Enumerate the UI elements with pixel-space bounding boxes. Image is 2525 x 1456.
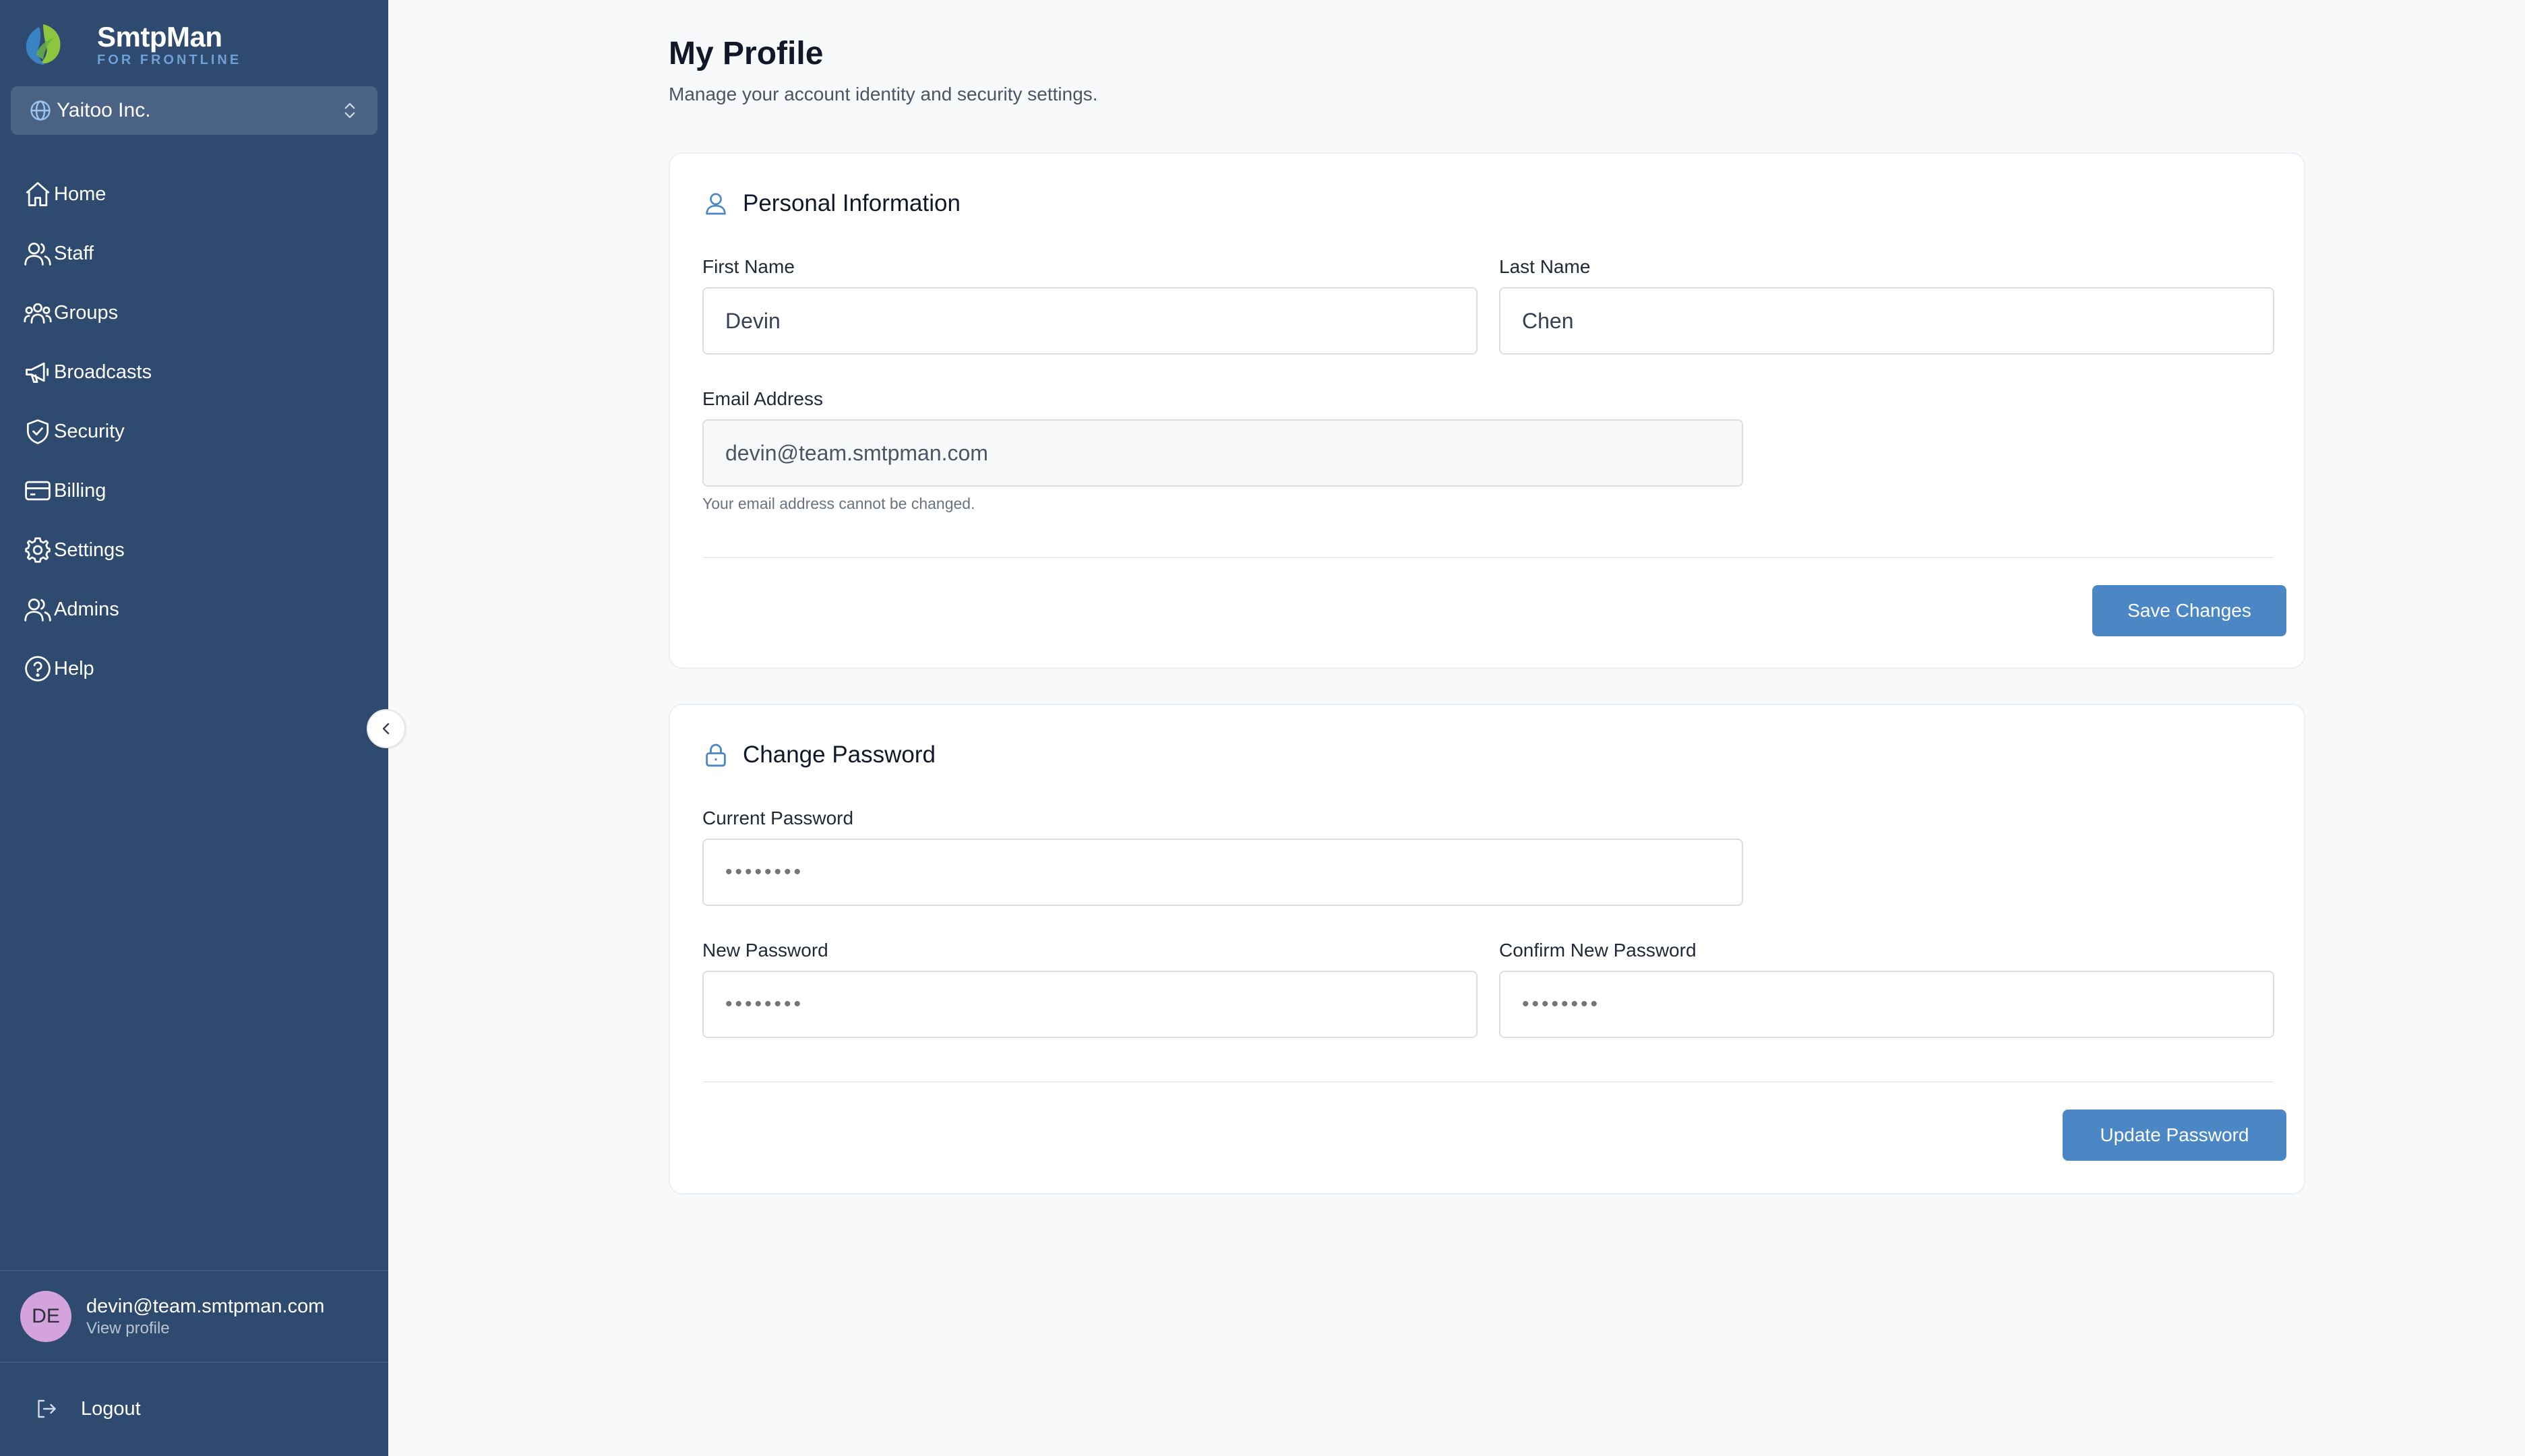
- update-password-button[interactable]: Update Password: [2063, 1110, 2286, 1161]
- user-icon: [706, 193, 726, 215]
- sidebar-item-label: Staff: [54, 242, 94, 264]
- last-name-label: Last Name: [1499, 256, 1591, 277]
- brand-logo-icon: [26, 24, 61, 65]
- confirm-password-label: Confirm New Password: [1499, 940, 1697, 961]
- new-password-input[interactable]: [702, 971, 1478, 1038]
- page-title: My Profile: [669, 36, 824, 71]
- brand-name: SmtpMan: [97, 21, 222, 53]
- current-password-label: Current Password: [702, 808, 854, 828]
- user-profile-link[interactable]: DE devin@team.smtpman.com View profile: [0, 1270, 388, 1363]
- email-hint: Your email address cannot be changed.: [702, 495, 975, 512]
- sidebar-item-label: Settings: [54, 539, 125, 561]
- groups-icon: [24, 303, 52, 324]
- org-selector[interactable]: Yaitoo Inc.: [11, 86, 377, 135]
- credit-card-icon: [25, 481, 51, 501]
- save-changes-button[interactable]: Save Changes: [2092, 585, 2286, 636]
- sidebar-item-staff[interactable]: Staff: [0, 224, 388, 283]
- users-icon: [24, 598, 51, 621]
- new-password-label: New Password: [702, 940, 828, 961]
- help-circle-icon: [25, 656, 51, 681]
- sidebar-item-label: Help: [54, 657, 94, 679]
- confirm-password-input[interactable]: [1499, 971, 2274, 1038]
- logout-icon: [38, 1399, 56, 1418]
- globe-icon: [30, 100, 51, 121]
- personal-info-title: Personal Information: [743, 190, 961, 216]
- sidebar-item-label: Broadcasts: [54, 361, 152, 383]
- sidebar-item-home[interactable]: Home: [0, 164, 388, 224]
- email-label: Email Address: [702, 388, 823, 409]
- personal-info-card: Personal Information First Name Last Nam…: [669, 152, 2305, 669]
- first-name-input[interactable]: [702, 287, 1478, 355]
- sidebar-item-billing[interactable]: Billing: [0, 461, 388, 520]
- logout-button[interactable]: Logout: [0, 1382, 388, 1436]
- sidebar-item-label: Billing: [54, 479, 107, 502]
- user-email: devin@team.smtpman.com: [86, 1296, 325, 1317]
- email-field: [702, 419, 1743, 487]
- sidebar-item-label: Security: [54, 420, 125, 442]
- chevron-left-icon: [382, 723, 390, 735]
- first-name-label: First Name: [702, 256, 795, 277]
- view-profile-link[interactable]: View profile: [86, 1318, 324, 1339]
- divider: [702, 557, 2274, 558]
- sidebar: SmtpMan FOR FRONTLINE Yaitoo Inc. Home S…: [0, 0, 388, 1456]
- chevron-up-down-icon: [344, 102, 355, 119]
- brand-tagline: FOR FRONTLINE: [97, 53, 242, 67]
- sidebar-item-label: Admins: [54, 598, 119, 620]
- sidebar-item-label: Home: [54, 183, 107, 205]
- divider: [702, 1081, 2274, 1083]
- page-subtitle: Manage your account identity and securit…: [669, 84, 1098, 104]
- sidebar-item-security[interactable]: Security: [0, 402, 388, 461]
- shield-check-icon: [26, 419, 49, 444]
- logout-label: Logout: [81, 1397, 141, 1420]
- brand[interactable]: SmtpMan FOR FRONTLINE: [19, 18, 241, 71]
- megaphone-icon: [26, 362, 49, 384]
- change-password-title: Change Password: [743, 741, 936, 768]
- avatar: DE: [20, 1291, 71, 1342]
- users-icon: [24, 242, 51, 266]
- home-icon: [26, 182, 50, 206]
- sidebar-item-groups[interactable]: Groups: [0, 283, 388, 342]
- sidebar-item-settings[interactable]: Settings: [0, 520, 388, 580]
- sidebar-item-admins[interactable]: Admins: [0, 580, 388, 639]
- collapse-sidebar-button[interactable]: [367, 709, 406, 748]
- main-content: My Profile Manage your account identity …: [388, 0, 2525, 1456]
- sidebar-nav: Home Staff Groups Broadcasts Security Bi…: [0, 164, 388, 698]
- gear-icon: [25, 537, 51, 563]
- sidebar-item-broadcasts[interactable]: Broadcasts: [0, 342, 388, 402]
- current-password-input[interactable]: [702, 839, 1743, 906]
- org-name: Yaitoo Inc.: [57, 99, 151, 121]
- sidebar-item-label: Groups: [54, 301, 119, 324]
- sidebar-item-help[interactable]: Help: [0, 639, 388, 698]
- last-name-input[interactable]: [1499, 287, 2274, 355]
- lock-icon: [706, 744, 726, 767]
- change-password-card: Change Password Current Password New Pas…: [669, 704, 2305, 1194]
